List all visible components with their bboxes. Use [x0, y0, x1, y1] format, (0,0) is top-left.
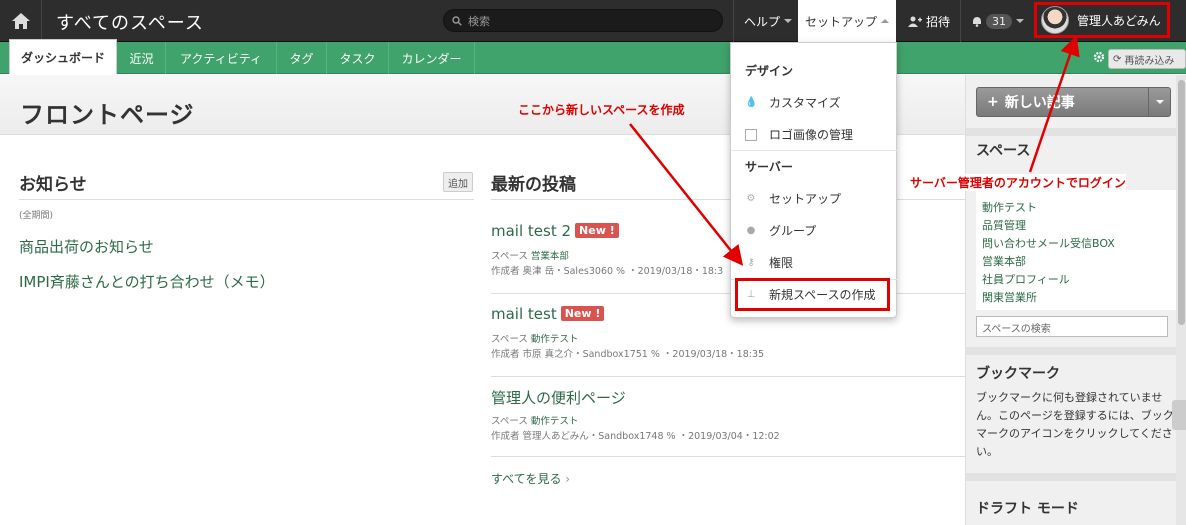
- annotation-arrows: [629, 35, 1080, 266]
- arrow-to-new-space: [629, 123, 744, 266]
- arrow-to-user-menu: [1028, 35, 1080, 173]
